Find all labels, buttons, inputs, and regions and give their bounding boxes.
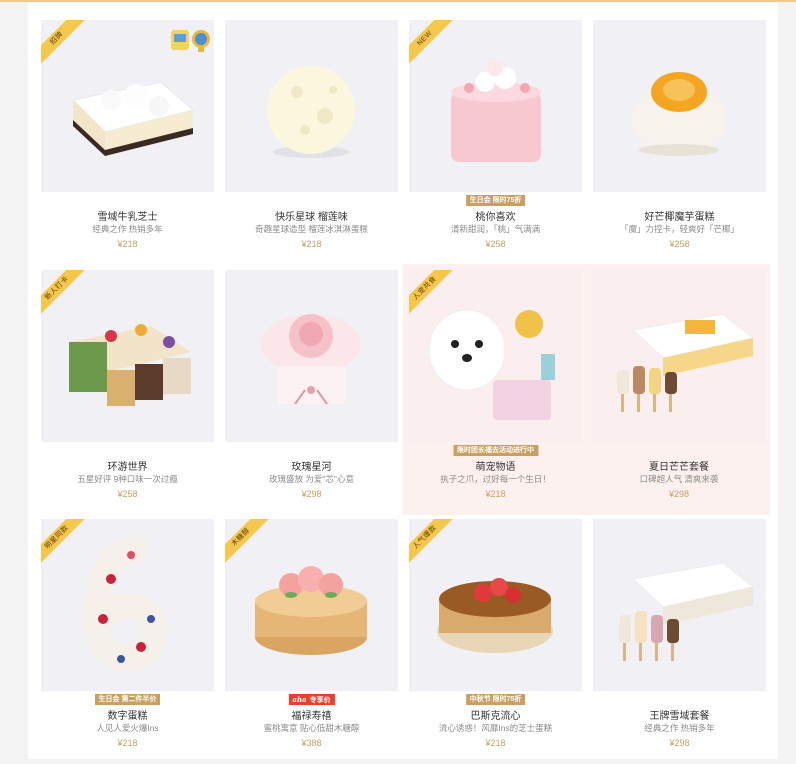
promo-prefix: aha	[292, 695, 307, 704]
product-card[interactable]: 王牌雪域套餐 经典之作 热销多年 ¥298	[593, 519, 766, 764]
product-name[interactable]: 雪域牛乳芝士	[41, 208, 214, 223]
world-tour-cake-illustration	[69, 324, 191, 406]
product-price: ¥218	[301, 239, 322, 249]
promo-label: 中秋节 限时75折	[465, 694, 526, 705]
product-image[interactable]: 招牌	[41, 20, 214, 192]
promo-label: 生日会 限时75折	[465, 195, 526, 206]
product-card[interactable]: NEW 生日会 限时75折 桃你喜欢 清新甜润，「桃」气满满 ¥258	[409, 20, 582, 265]
product-image[interactable]	[593, 270, 766, 442]
product-desc: 奇趣星球造型 榴莲冰淇淋蛋糕	[255, 224, 368, 234]
snow-set-illustration	[619, 562, 755, 661]
rose-cake-illustration	[261, 314, 361, 405]
product-desc: 经典之作 热销多年	[644, 723, 715, 733]
product-desc: 「魔」力控卡，轻爽好「芒椰」	[619, 224, 739, 234]
product-image[interactable]	[593, 20, 766, 192]
product-image[interactable]: 人气爆款	[409, 519, 582, 691]
basque-cheesecake-illustration	[437, 578, 553, 653]
summer-mango-set-illustration	[617, 313, 755, 412]
product-name[interactable]: 玫瑰星河	[225, 458, 398, 473]
product-name[interactable]: 好芒椰魔芋蛋糕	[593, 208, 766, 223]
product-image[interactable]: 明星同款	[41, 519, 214, 691]
product-desc: 玫瑰盛放 为爱"芯"心意	[269, 474, 354, 484]
product-price: ¥258	[485, 239, 506, 249]
product-desc: 五星好评 9种口味一次过瘾	[77, 474, 178, 484]
product-price: ¥258	[669, 239, 690, 249]
product-image[interactable]: 新人打卡	[41, 270, 214, 442]
product-price: ¥298	[301, 489, 322, 499]
product-image[interactable]	[225, 270, 398, 442]
product-name[interactable]: 数字蛋糕	[41, 707, 214, 722]
product-image[interactable]: 人宠共食	[409, 270, 582, 442]
product-price: ¥218	[117, 738, 138, 748]
product-name[interactable]: 桃你喜欢	[409, 208, 582, 223]
product-card[interactable]: 招牌 雪域牛乳芝士 经典之作 热销多年 ¥218	[41, 20, 214, 265]
product-desc: 口碑超人气 清爽来袭	[639, 474, 719, 484]
product-card[interactable]: 好芒椰魔芋蛋糕 「魔」力控卡，轻爽好「芒椰」 ¥258	[593, 20, 766, 265]
product-price: ¥218	[485, 489, 506, 499]
product-desc: 流心诱惑！风靡Ins的芝士蛋糕	[438, 723, 553, 733]
mango-coconut-cake-illustration	[631, 72, 727, 156]
product-price: ¥218	[485, 738, 506, 748]
product-price: ¥298	[668, 489, 690, 499]
product-card[interactable]: 新人打卡 环游世界 五星好评 9种口味一次过瘾 ¥258	[41, 270, 214, 515]
product-name[interactable]: 巴斯克流心	[409, 707, 582, 722]
durian-planet-cake-illustration	[267, 66, 355, 158]
medal-icon	[190, 28, 212, 52]
product-name[interactable]: 环游世界	[41, 458, 214, 473]
product-desc: 蜜桃寓意 贴心低甜木糖醇	[263, 723, 360, 733]
pet-dog-cake-illustration	[428, 309, 555, 420]
product-desc: 经典之作 热销多年	[92, 224, 163, 234]
product-desc: 清新甜润，「桃」气满满	[450, 224, 541, 234]
product-card-highlighted[interactable]: 夏日芒芒套餐 口碑超人气 清爽来袭 ¥298	[588, 264, 770, 515]
product-desc: 人见人爱火爆Ins	[96, 723, 159, 733]
product-name[interactable]: 福禄寿禧	[225, 707, 398, 722]
product-price: ¥218	[117, 239, 138, 249]
product-name[interactable]: 王牌雪域套餐	[593, 707, 766, 722]
product-card[interactable]: 明星同款 生日会 第二件半价 数字蛋糕 人见人爱火爆Ins ¥218	[41, 519, 214, 764]
product-price: ¥388	[301, 738, 322, 748]
product-image[interactable]	[225, 20, 398, 192]
product-price: ¥258	[117, 489, 138, 499]
product-card-highlighted[interactable]: 人宠共食 限时团长福去活动进行中 萌宠物语 执子之爪，过好每一个生日！ ¥218	[403, 264, 588, 515]
product-card[interactable]: 玫瑰星河 玫瑰盛放 为爱"芯"心意 ¥298	[225, 270, 398, 515]
peach-longevity-cake-illustration	[255, 566, 367, 655]
promo-label: 限时团长福去活动进行中	[453, 445, 538, 456]
product-image[interactable]: 木糖醇	[225, 519, 398, 691]
number-six-cake-illustration	[83, 536, 168, 671]
product-desc: 执子之爪，过好每一个生日！	[440, 474, 551, 484]
product-name[interactable]: 夏日芒芒套餐	[588, 458, 770, 473]
promo-label: aha 专享价	[288, 694, 335, 705]
product-image[interactable]: NEW	[409, 20, 582, 192]
award-badge-icon	[169, 28, 191, 52]
product-image[interactable]	[593, 519, 766, 691]
product-card[interactable]: 快乐星球 榴莲味 奇趣星球造型 榴莲冰淇淋蛋糕 ¥218	[225, 20, 398, 265]
promo-label: 生日会 第二件半价	[94, 694, 161, 705]
product-card[interactable]: 木糖醇 aha 专享价 福禄寿禧 蜜桃寓意 贴心低甜木糖醇 ¥388	[225, 519, 398, 764]
product-name[interactable]: 萌宠物语	[403, 458, 588, 473]
product-price: ¥298	[669, 738, 690, 748]
product-name[interactable]: 快乐星球 榴莲味	[225, 208, 398, 223]
product-card[interactable]: 人气爆款 中秋节 限时75折 巴斯克流心 流心诱惑！风靡Ins的芝士蛋糕 ¥21…	[409, 519, 582, 764]
peach-cake-illustration	[451, 60, 541, 162]
